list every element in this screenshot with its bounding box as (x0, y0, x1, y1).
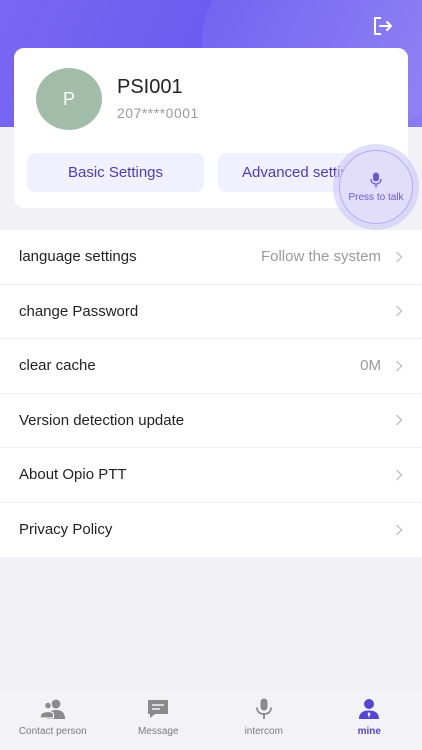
tab-intercom[interactable]: intercom (211, 690, 317, 750)
chevron-right-icon (395, 469, 403, 481)
logout-button[interactable] (371, 14, 395, 38)
chevron-right-icon (395, 360, 403, 372)
chevron-right-icon (395, 305, 403, 317)
logout-icon (374, 17, 392, 35)
menu-item-label: Privacy Policy (19, 521, 113, 539)
bottom-tab-bar: Contact person Message intercom mine (0, 690, 422, 750)
menu-item-clear-cache[interactable]: clear cache 0M (0, 339, 422, 394)
contacts-icon (39, 699, 65, 719)
menu-item-label: clear cache (19, 357, 96, 375)
person-icon (359, 699, 380, 719)
basic-settings-button[interactable]: Basic Settings (27, 153, 204, 192)
microphone-icon (370, 172, 382, 187)
menu-item-label: Version detection update (19, 411, 185, 429)
tab-label: Contact person (18, 726, 87, 737)
tab-label: mine (357, 726, 381, 737)
press-to-talk-label: Press to talk (348, 191, 404, 203)
basic-settings-label: Basic Settings (67, 164, 164, 181)
tab-contact-person[interactable]: Contact person (0, 690, 106, 750)
menu-item-label: language settings (19, 248, 137, 266)
message-icon (148, 700, 169, 718)
tab-label: Message (137, 726, 179, 737)
menu-item-value: 0M (360, 357, 381, 375)
microphone-icon (255, 698, 272, 719)
user-phone: 207****0001 (117, 105, 199, 121)
settings-menu: language settings Follow the system chan… (0, 230, 422, 557)
press-to-talk-button[interactable]: Press to talk (333, 144, 419, 230)
avatar: P (36, 68, 102, 130)
menu-item-about[interactable]: About Opio PTT (0, 448, 422, 503)
menu-item-language-settings[interactable]: language settings Follow the system (0, 230, 422, 285)
menu-item-label: change Password (19, 302, 139, 320)
chevron-right-icon (395, 524, 403, 536)
tab-mine[interactable]: mine (317, 690, 422, 750)
tab-label: intercom (244, 726, 283, 737)
menu-item-label: About Opio PTT (19, 466, 127, 484)
user-name: PSI001 (117, 76, 183, 98)
tab-message[interactable]: Message (106, 690, 212, 750)
avatar-initial: P (62, 88, 75, 109)
menu-item-change-password[interactable]: change Password (0, 285, 422, 339)
menu-item-privacy-policy[interactable]: Privacy Policy (0, 503, 422, 558)
chevron-right-icon (395, 251, 403, 263)
menu-item-version-update[interactable]: Version detection update (0, 394, 422, 448)
menu-item-value: Follow the system (260, 248, 381, 266)
chevron-right-icon (395, 414, 403, 426)
press-to-talk-inner: Press to talk (339, 150, 413, 224)
